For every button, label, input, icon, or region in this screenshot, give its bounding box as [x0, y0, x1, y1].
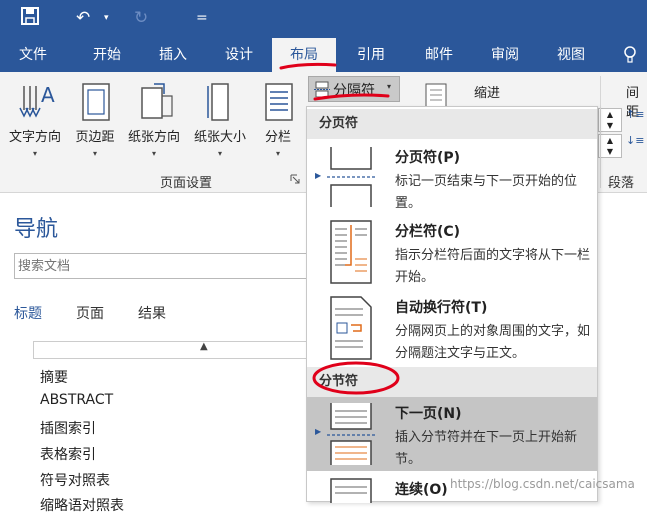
indent-label: 缩进 — [474, 86, 501, 101]
menu-item-column-break[interactable]: 分栏符(C) 指示分栏符后面的文字将从下一栏开始。 — [307, 215, 597, 289]
text-wrapping-break-icon — [330, 296, 372, 360]
undo-icon[interactable]: ↶ — [76, 6, 90, 30]
search-input[interactable] — [14, 253, 314, 279]
spacing-after-icon: ↓≡ — [626, 134, 645, 147]
svg-text:A: A — [41, 83, 55, 107]
heading-item[interactable]: 符号对照表 — [40, 470, 110, 490]
spacing-before-icon: ↑≡ — [626, 108, 645, 121]
triangle-right-icon: ▶ — [315, 427, 322, 436]
menu-item-text-wrapping-break[interactable]: 自动换行符(T) 分隔网页上的对象周围的文字，如分隔题注文字与正文。 — [307, 291, 597, 365]
heading-item[interactable]: 缩略语对照表 — [40, 495, 124, 515]
heading-item[interactable]: 摘要 — [40, 367, 68, 387]
chevron-down-icon: ▾ — [387, 82, 392, 91]
breaks-button[interactable]: 分隔符 ▾ — [308, 76, 400, 102]
redo-icon[interactable]: ↻ — [134, 6, 148, 30]
tab-file[interactable]: 文件 — [8, 38, 58, 72]
menu-item-next-page[interactable]: ▶ 下一页(N) 插入分节符并在下一页上开始新节。 — [307, 397, 597, 471]
heading-item[interactable]: 插图索引 — [40, 418, 96, 438]
menu-item-desc: 指示分栏符后面的文字将从下一栏开始。 — [395, 248, 591, 285]
margins-icon — [82, 83, 110, 121]
tab-home[interactable]: 开始 — [82, 38, 132, 72]
section-breaks-header: 分节符 — [307, 367, 597, 397]
save-icon[interactable] — [20, 6, 40, 33]
chevron-down-icon: ▾ — [151, 149, 156, 158]
breaks-icon — [314, 81, 330, 97]
paragraph-group-label: 段落 — [608, 176, 635, 191]
nav-tab-pages[interactable]: 页面 — [76, 303, 104, 323]
indent-left-stepper[interactable]: ▲ ▼ — [598, 108, 622, 132]
text-direction-label: 文字方向 — [8, 130, 61, 145]
size-label: 纸张大小 — [193, 130, 246, 145]
scroll-up-button[interactable]: ▲ — [33, 341, 308, 359]
tab-layout[interactable]: 布局 — [272, 38, 336, 72]
orientation-label: 纸张方向 — [127, 130, 180, 145]
page-setup-group-label: 页面设置 — [160, 176, 213, 191]
nav-title: 导航 — [14, 217, 59, 242]
page-break-icon — [327, 147, 377, 207]
orientation-button[interactable]: 纸张方向 ▾ — [122, 80, 186, 164]
nav-tab-headings[interactable]: 标题 — [14, 303, 42, 323]
menu-item-desc: 插入分节符并在下一页上开始新节。 — [395, 430, 578, 467]
continuous-break-icon — [330, 478, 372, 503]
customize-qat-button[interactable]: = — [196, 6, 208, 30]
next-page-icon — [327, 403, 377, 465]
ribbon-separator — [600, 76, 601, 188]
column-break-icon — [330, 220, 372, 284]
watermark-text: https://blog.csdn.net/caicsama — [450, 477, 635, 491]
lightbulb-icon[interactable] — [618, 38, 642, 72]
tab-insert[interactable]: 插入 — [148, 38, 198, 72]
tab-view[interactable]: 视图 — [546, 38, 596, 72]
text-direction-icon: A — [19, 83, 55, 118]
text-direction-button[interactable]: A 文字方向 ▾ — [4, 80, 66, 164]
chevron-down-icon: ▾ — [32, 149, 37, 158]
page-breaks-header: 分页符 — [307, 109, 597, 139]
menu-item-title: 自动换行符(T) — [395, 300, 488, 316]
columns-icon — [265, 83, 293, 121]
margins-button[interactable]: 页边距 ▾ — [70, 80, 120, 164]
heading-item[interactable]: 表格索引 — [40, 444, 96, 464]
triangle-right-icon: ▶ — [315, 171, 322, 180]
tab-review[interactable]: 审阅 — [480, 38, 530, 72]
heading-item[interactable]: ABSTRACT — [40, 392, 113, 408]
undo-dropdown-icon[interactable]: ▾ — [104, 6, 109, 30]
columns-label: 分栏 — [264, 130, 291, 145]
chevron-down-icon: ▾ — [275, 149, 280, 158]
menu-item-page-break[interactable]: ▶ 分页符(P) 标记一页结束与下一页开始的位置。 — [307, 141, 597, 213]
menu-item-desc: 标记一页结束与下一页开始的位置。 — [395, 174, 578, 211]
dialog-launcher-icon[interactable] — [290, 174, 300, 184]
navigation-pane: 导航 标题 页面 结果 ▲ 摘要 ABSTRACT 插图索引 表格索引 符号对照… — [0, 193, 314, 514]
paper-size-icon — [207, 83, 229, 121]
columns-button[interactable]: 分栏 ▾ — [258, 80, 298, 164]
quick-access-toolbar: ↶ ▾ ↻ = — [0, 0, 647, 38]
tab-design[interactable]: 设计 — [214, 38, 264, 72]
nav-tab-results[interactable]: 结果 — [138, 303, 166, 323]
size-button[interactable]: 纸张大小 ▾ — [188, 80, 252, 164]
chevron-down-icon: ▾ — [92, 149, 97, 158]
chevron-down-icon: ▾ — [217, 149, 222, 158]
indent-right-stepper[interactable]: ▲ ▼ — [598, 134, 622, 158]
triangle-up-icon: ▲ — [200, 341, 208, 352]
tab-references[interactable]: 引用 — [346, 38, 396, 72]
menu-item-title: 分栏符(C) — [395, 224, 461, 240]
menu-item-title: 分页符(P) — [395, 150, 461, 166]
menu-item-desc: 分隔网页上的对象周围的文字，如分隔题注文字与正文。 — [395, 324, 591, 361]
breaks-label: 分隔符 — [333, 83, 375, 99]
menu-item-title: 连续(O) — [395, 482, 448, 498]
orientation-icon — [141, 83, 173, 119]
menu-item-title: 下一页(N) — [395, 406, 462, 422]
tab-mailings[interactable]: 邮件 — [414, 38, 464, 72]
ribbon-tabs: 文件 开始 插入 设计 布局 引用 邮件 审阅 视图 — [0, 38, 647, 72]
breaks-menu: 分页符 ▶ 分页符(P) 标记一页结束与下一页开始的位置。 分栏符(C) 指示分… — [306, 106, 598, 503]
margins-label: 页边距 — [75, 130, 115, 145]
